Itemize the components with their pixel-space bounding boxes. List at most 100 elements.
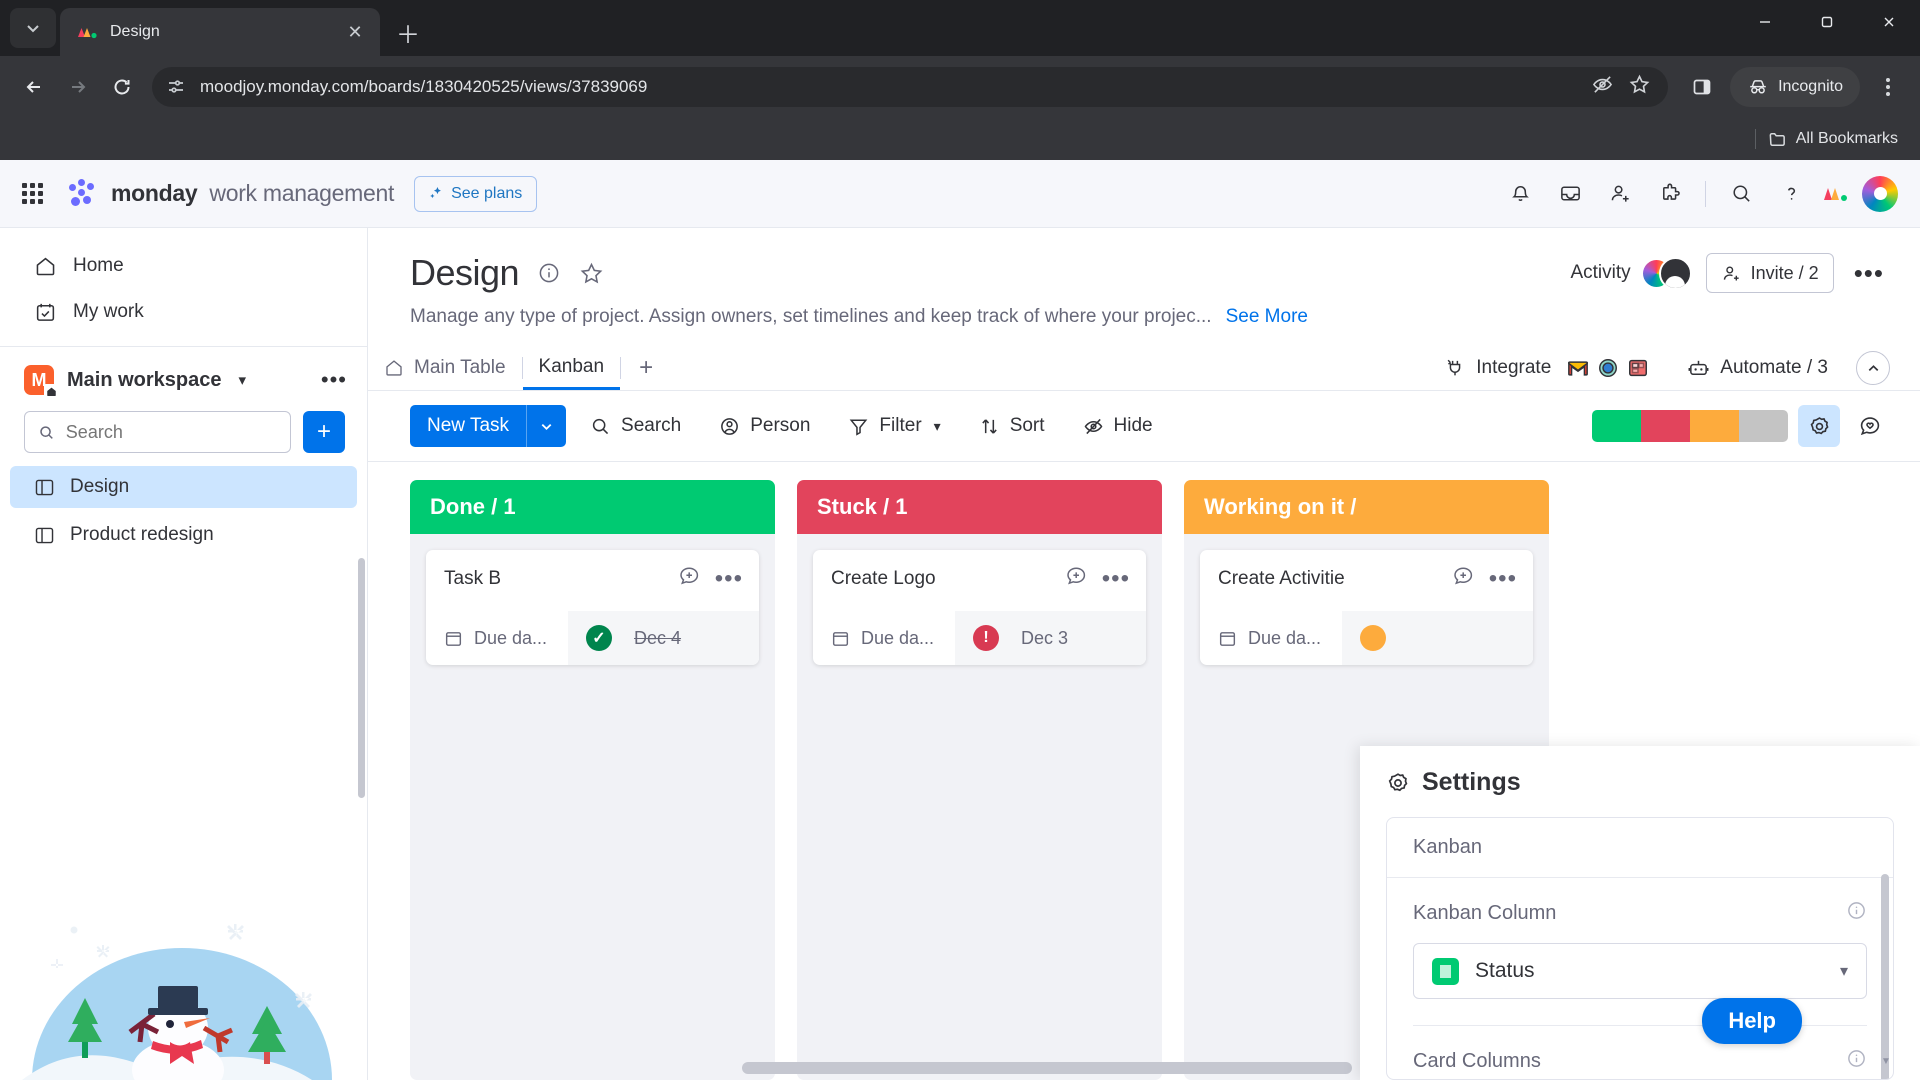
address-bar[interactable]: moodjoy.monday.com/boards/1830420525/vie… [152,67,1669,107]
help-question-icon[interactable] [1770,173,1812,215]
kanban-column-select[interactable]: Status ▾ [1413,943,1867,999]
sidebar-search-box[interactable] [24,411,291,453]
card-menu-icon[interactable]: ••• [1102,566,1130,590]
help-button[interactable]: Help [1702,998,1802,1044]
board-toolbar: New Task Search Person Filter ▾ Sort Hid… [368,391,1920,461]
new-task-button[interactable]: New Task [410,405,567,447]
add-board-button[interactable]: + [303,411,345,453]
chevron-down-icon[interactable] [527,419,566,434]
color-swatch-done [1592,410,1641,442]
minimize-button[interactable] [1734,0,1796,44]
tab-search-button[interactable] [10,8,56,48]
avatar[interactable] [1862,175,1898,212]
sort-button[interactable]: Sort [965,406,1059,446]
monday-logo-icon [76,21,98,43]
card-date-cell[interactable]: ! Dec 3 [955,611,1146,665]
forward-button[interactable] [58,67,98,107]
card-title: Task B [444,567,502,589]
back-button[interactable] [14,67,54,107]
kanban-column-header[interactable]: Stuck / 1 [797,480,1162,534]
chevron-down-icon[interactable]: ▾ [239,371,247,389]
add-update-icon[interactable] [677,564,701,593]
info-icon[interactable] [1846,900,1867,927]
info-icon[interactable] [1846,1048,1867,1075]
outlook-icon[interactable] [1595,355,1622,381]
invite-button[interactable]: Invite / 2 [1705,253,1834,293]
gear-icon[interactable] [1798,405,1840,447]
sidebar-scrollbar[interactable] [358,558,365,798]
tab-main-table[interactable]: Main Table [368,346,522,390]
settings-scrollbar[interactable]: ▼ [1881,874,1891,1079]
scrollbar-down-arrow[interactable]: ▼ [1881,1056,1891,1067]
filter-button[interactable]: Filter ▾ [834,406,954,446]
sidebar-item-product-redesign[interactable]: Product redesign [10,514,357,556]
board-label: Product redesign [70,524,214,545]
chat-heart-icon[interactable] [1850,406,1890,446]
search-input[interactable] [65,421,277,443]
invite-member-icon[interactable] [1599,173,1641,215]
excel-icon[interactable] [1625,355,1652,381]
board-info-icon[interactable] [537,261,561,285]
all-bookmarks-button[interactable]: All Bookmarks [1768,130,1898,149]
add-update-icon[interactable] [1064,564,1088,593]
bell-icon[interactable] [1499,173,1541,215]
kanban-horizontal-scrollbar[interactable] [368,1062,1360,1074]
sidebar-item-home[interactable]: Home [10,244,357,288]
hide-button[interactable]: Hide [1069,406,1167,446]
kanban-card[interactable]: Create Logo ••• Due da... ! Dec 3 [813,550,1146,665]
activity-avatars[interactable] [1642,256,1692,290]
profile-incognito-pill[interactable]: Incognito [1730,67,1860,107]
maximize-button[interactable] [1796,0,1858,44]
chevron-down-icon[interactable]: ▾ [934,418,941,435]
integrate-button[interactable]: Integrate [1444,355,1652,381]
card-date-cell[interactable] [1342,611,1533,665]
gmail-icon[interactable] [1565,355,1592,381]
apps-grid-icon[interactable] [22,183,43,204]
close-icon[interactable]: ✕ [342,19,368,45]
tab-kanban[interactable]: Kanban [522,346,621,390]
sidebar-item-label: My work [73,301,144,322]
sidebar-item-my-work[interactable]: My work [10,290,357,334]
card-menu-icon[interactable]: ••• [1489,566,1517,590]
sidebar-top-links: Home My work [0,228,367,347]
reload-button[interactable] [102,67,142,107]
bookmark-star-icon[interactable] [1629,74,1650,100]
scrollbar-thumb[interactable] [1881,874,1889,1079]
apps-puzzle-icon[interactable] [1649,173,1691,215]
person-button[interactable]: Person [705,406,824,446]
card-date-cell[interactable]: ✓ Dec 4 [568,611,759,665]
close-window-button[interactable] [1858,0,1920,44]
side-panel-icon[interactable] [1682,67,1722,107]
kanban-column-header[interactable]: Working on it / [1184,480,1549,534]
board-menu-icon[interactable]: ••• [1848,260,1890,286]
monday-brand[interactable]: monday work management [67,178,394,209]
kanban-card[interactable]: Create Activitie ••• Due da... [1200,550,1533,665]
search-icon[interactable] [1720,173,1762,215]
status-color-bar[interactable] [1592,410,1788,442]
chevron-up-icon[interactable] [1856,351,1890,385]
workspace-menu-icon[interactable]: ••• [321,369,347,391]
chevron-down-icon[interactable]: ▾ [1840,961,1848,981]
settings-panel: Settings Kanban Kanban Column Status ▾ C… [1360,746,1920,1080]
tab-title: Design [110,23,160,40]
automate-button[interactable]: Automate / 3 [1687,357,1828,380]
search-button[interactable]: Search [576,406,695,446]
scrollbar-thumb[interactable] [742,1062,1352,1074]
add-view-button[interactable]: + [621,346,671,390]
site-settings-icon[interactable] [166,77,186,97]
browser-tab[interactable]: Design ✕ [60,8,380,56]
monday-mini-logo-icon[interactable] [1820,177,1854,211]
see-more-link[interactable]: See More [1226,306,1308,328]
sidebar-item-design[interactable]: Design [10,466,357,508]
favorite-star-icon[interactable] [579,261,604,286]
browser-menu-button[interactable] [1870,67,1906,107]
add-update-icon[interactable] [1451,564,1475,593]
kanban-column-header[interactable]: Done / 1 [410,480,775,534]
see-plans-button[interactable]: See plans [414,175,538,212]
card-menu-icon[interactable]: ••• [715,566,743,590]
new-tab-button[interactable]: ＋ [390,14,426,50]
kanban-card[interactable]: Task B ••• Due da... ✓ Dec 4 [426,550,759,665]
tracking-protection-icon[interactable] [1592,74,1613,100]
inbox-icon[interactable] [1549,173,1591,215]
workspace-selector[interactable]: M Main workspace ▾ ••• [0,347,367,405]
